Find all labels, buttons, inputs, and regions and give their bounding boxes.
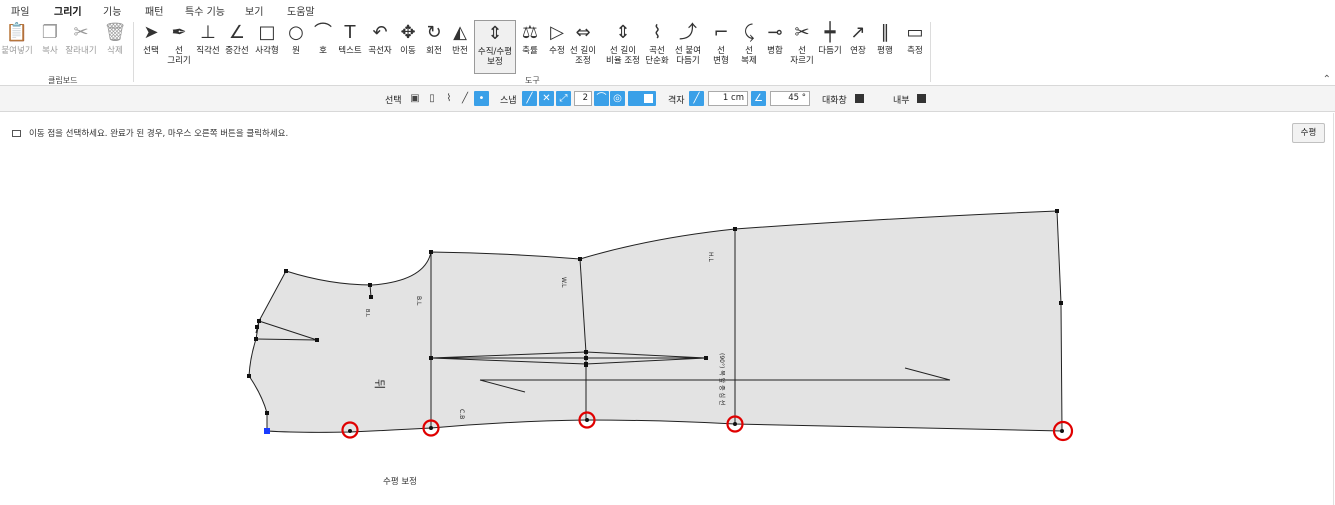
page-select-icon[interactable]: ▯: [425, 92, 439, 106]
ribbon-collapse-icon[interactable]: ⌃: [1323, 74, 1331, 85]
cut-button[interactable]: ✂ 잘라내기: [65, 20, 96, 74]
select-arrow-icon: ➤: [143, 22, 159, 43]
circle-icon: ○: [288, 22, 304, 43]
extend-icon: ↗: [850, 22, 866, 43]
dialog-toggle[interactable]: [855, 94, 864, 103]
menu-file[interactable]: 파일: [11, 3, 29, 18]
anchor-point[interactable]: [264, 428, 270, 434]
angle-icon[interactable]: ∠: [751, 91, 766, 106]
ribbon: 📋 붙여넣기 ❐ 복사 ✂ 잘라내기 🗑 삭제 클립보드 ➤ 선택 ✒ 선 그리기 ⊥ 직…: [0, 18, 1335, 86]
bl-label: B.L: [415, 296, 422, 306]
piece-name-label: 뒤: [373, 379, 386, 389]
menu-view[interactable]: 보기: [245, 3, 263, 18]
parallel-icon: ∥: [880, 22, 890, 43]
option-bar: 선택 ▣ ▯ ⌇ ╱ • 스냅 ╱ ✕ ⤢ 2 ⌒ ◎ 격자 ╱ 1 cm ∠ …: [0, 86, 1335, 112]
arc-icon: ⌒: [314, 22, 332, 43]
tool-button-line-attach[interactable]: ⤴ 선 붙여 다듬기: [673, 20, 703, 74]
line-ratio-icon: ⇕: [615, 22, 631, 43]
grid-label: 격자: [668, 96, 685, 106]
cut-icon: ✂: [73, 22, 89, 43]
inner-label: 내부: [893, 96, 910, 106]
grain-label: (90°) 목 앞 중 심 선: [718, 353, 726, 405]
drawing-workspace[interactable]: 이동 점을 선택하세요. 완료가 된 경우, 마우스 오른쪽 버튼을 클릭하세요…: [0, 113, 1335, 505]
rectangle-icon: □: [258, 22, 276, 43]
tool-button-measure[interactable]: ▭ 측정: [900, 20, 930, 74]
snap-line-icon[interactable]: ╱: [522, 91, 537, 106]
snap-curve-icon[interactable]: ⌒: [594, 91, 609, 106]
pattern-canvas[interactable]: B.L B.L W.L H.L C.B 뒤 (90°) 목 앞 중 심 선: [0, 113, 1335, 505]
delete-button[interactable]: 🗑 삭제: [100, 20, 130, 74]
menu-bar: 파일 그리기 기능 패턴 특수 기능 보기 도움말: [0, 0, 1335, 22]
bl2-label: B.L: [364, 309, 370, 317]
snap-circle-icon[interactable]: ◎: [610, 91, 625, 106]
line-length-icon: ⇔: [575, 22, 591, 43]
menu-function[interactable]: 기능: [103, 3, 121, 18]
polyline-select-icon[interactable]: ⌇: [442, 92, 456, 106]
paste-icon: 📋: [5, 22, 29, 43]
snap-cross-icon[interactable]: ✕: [539, 91, 554, 106]
grid-icon[interactable]: ╱: [689, 91, 704, 106]
curve-ruler-icon: ↶: [372, 22, 388, 43]
snap-toggle[interactable]: [628, 91, 656, 106]
curve-simplify-icon: ⌇: [652, 22, 662, 43]
delete-icon: 🗑: [103, 22, 127, 43]
cb-label: C.B: [458, 409, 465, 419]
line-transform-icon: ⌐: [713, 22, 729, 43]
menu-help[interactable]: 도움말: [287, 3, 315, 18]
snap-value-input[interactable]: 2: [574, 91, 592, 106]
point-select-icon[interactable]: •: [474, 91, 489, 106]
snap-label: 스냅: [500, 96, 517, 106]
copy-icon: ❐: [41, 22, 59, 43]
angle-value-input[interactable]: 45 °: [770, 91, 810, 106]
tool-button-line-length[interactable]: ⇔ 선 길이 조정: [568, 20, 598, 74]
line-cut-icon: ✂: [794, 22, 810, 43]
ribbon-separator-end: [930, 22, 931, 82]
middle-line-icon: ∠: [228, 22, 246, 43]
menu-draw[interactable]: 그리기: [52, 3, 84, 22]
inner-toggle[interactable]: [917, 94, 926, 103]
line-attach-icon: ⤴: [679, 22, 697, 43]
paste-button[interactable]: 📋 붙여넣기: [1, 20, 32, 74]
line-select-icon[interactable]: ╱: [458, 92, 472, 106]
grid-value-input[interactable]: 1 cm: [708, 91, 748, 106]
scale-icon: ⚖: [521, 22, 539, 43]
select-option-label: 선택: [385, 96, 402, 106]
clipboard-group-label: 클립보드: [48, 76, 78, 85]
wl-label: W.L: [560, 277, 567, 288]
pen-icon: ✒: [171, 22, 187, 43]
canvas-caption: 수평 보정: [383, 477, 417, 487]
vertical-scrollbar[interactable]: [1333, 113, 1334, 505]
mirror-icon: ◭: [453, 22, 467, 43]
tool-label: 선 길이 조정: [569, 46, 597, 66]
text-icon: T: [344, 22, 356, 43]
pattern-piece[interactable]: [248, 210, 1063, 433]
vertical-horizontal-icon: ⇕: [487, 23, 503, 44]
menu-special[interactable]: 특수 기능: [185, 3, 225, 18]
merge-icon: ⊸: [767, 22, 783, 43]
trim-icon: ┿: [824, 22, 836, 43]
snap-segment-icon[interactable]: ⤢: [556, 91, 571, 106]
dialog-label: 대화창: [822, 96, 847, 106]
image-select-icon[interactable]: ▣: [408, 92, 422, 106]
hl-label: H.L: [707, 252, 714, 262]
menu-pattern[interactable]: 패턴: [145, 3, 163, 18]
measure-icon: ▭: [906, 22, 924, 43]
perpendicular-icon: ⊥: [200, 22, 216, 43]
tools-group-label: 도구: [525, 76, 540, 85]
